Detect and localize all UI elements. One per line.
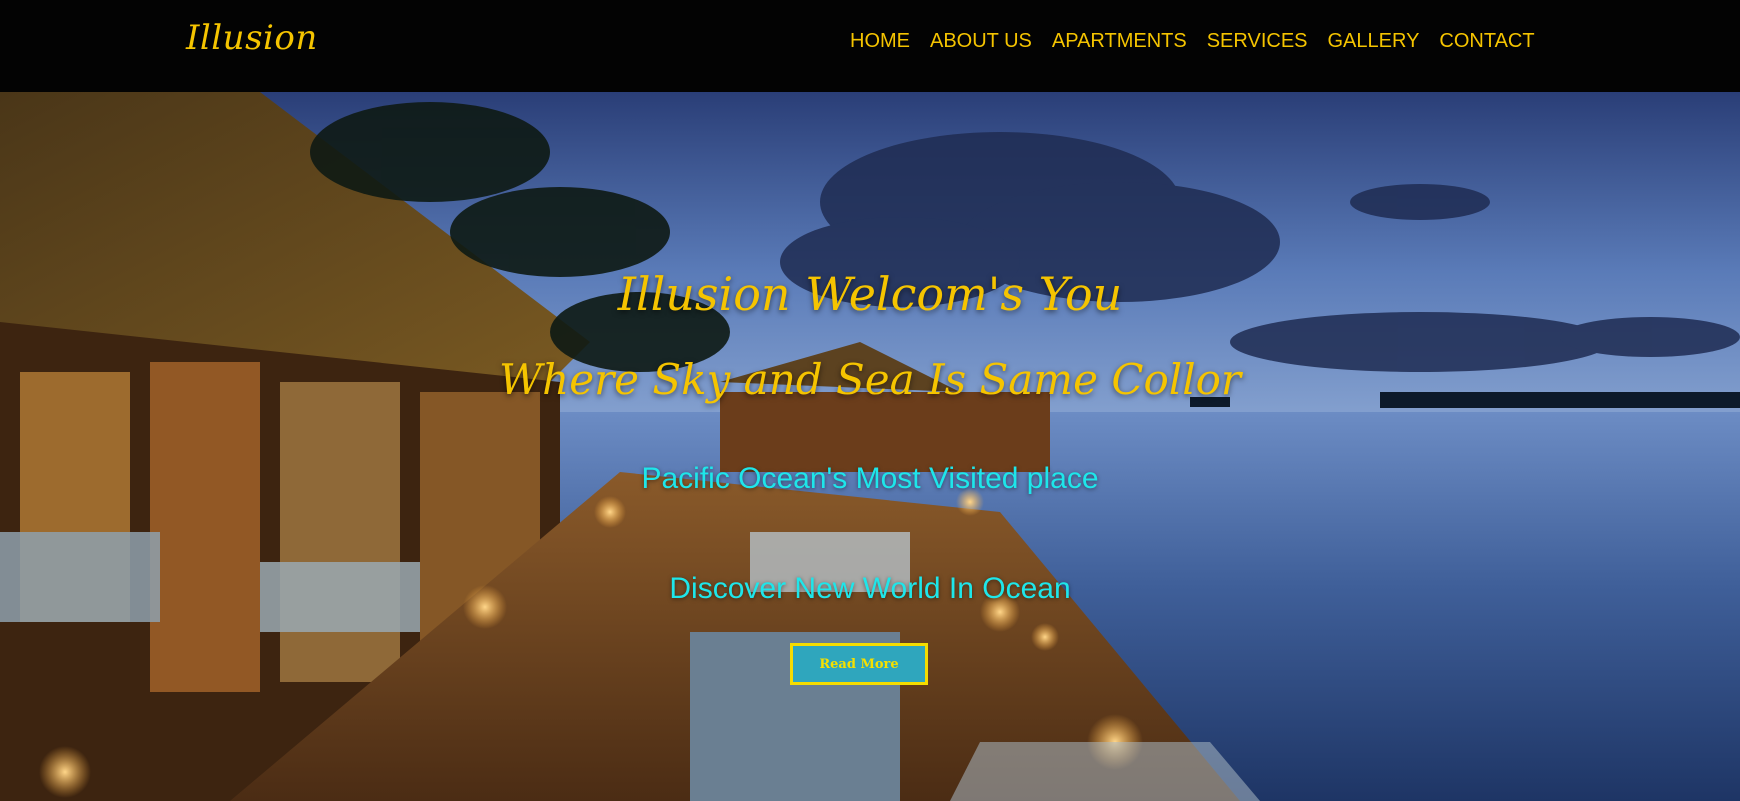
hero-tagline-secondary: Discover New World In Ocean xyxy=(669,572,1071,605)
nav-home[interactable]: HOME xyxy=(850,29,910,53)
hero-subtitle: Where Sky and Sea Is Same Collor xyxy=(499,355,1241,404)
hero-section: Illusion Welcom's You Where Sky and Sea … xyxy=(0,92,1740,801)
nav-contact[interactable]: CONTACT xyxy=(1439,29,1534,53)
read-more-button[interactable]: Read More xyxy=(790,643,928,685)
hero-title: Illusion Welcom's You xyxy=(617,267,1123,321)
nav-gallery[interactable]: GALLERY xyxy=(1328,29,1420,53)
top-navbar: Illusion HOME ABOUT US APARTMENTS SERVIC… xyxy=(0,0,1740,92)
nav-apartments[interactable]: APARTMENTS xyxy=(1052,29,1187,53)
hero-tagline-primary: Pacific Ocean's Most Visited place xyxy=(641,462,1099,495)
nav-services[interactable]: SERVICES xyxy=(1207,29,1308,53)
main-nav: HOME ABOUT US APARTMENTS SERVICES GALLER… xyxy=(850,29,1535,53)
hero-background-image xyxy=(0,92,1740,801)
brand-logo[interactable]: Illusion xyxy=(186,18,318,58)
nav-about-us[interactable]: ABOUT US xyxy=(930,29,1032,53)
